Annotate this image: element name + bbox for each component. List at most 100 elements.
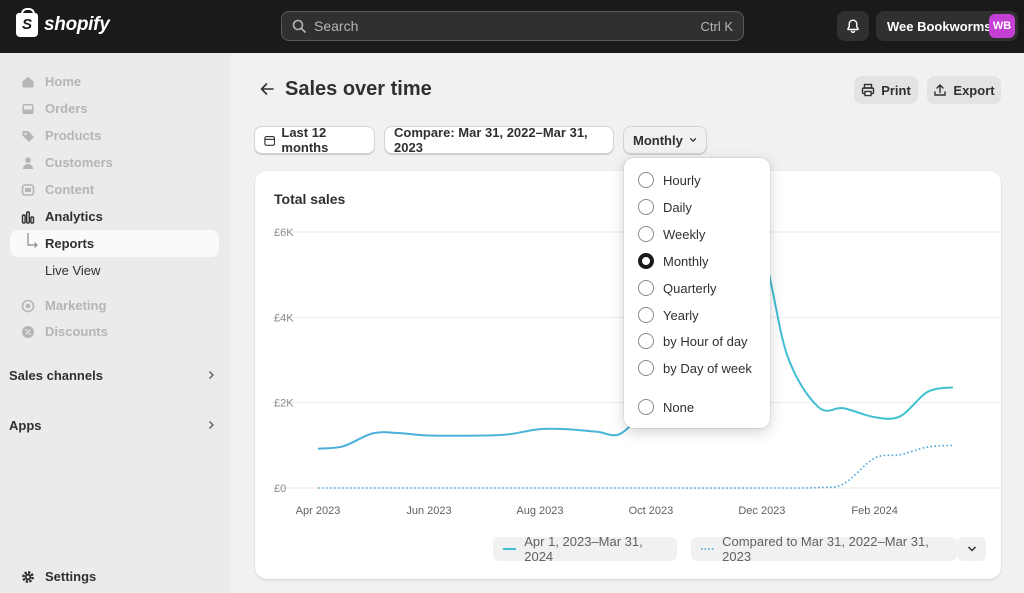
x-tick-label: Feb 2024 [851,505,897,517]
legend-label: Apr 1, 2023–Mar 31, 2024 [524,534,643,564]
radio-icon [638,253,654,269]
home-icon [21,75,35,89]
upload-icon [934,84,947,96]
option-label: Yearly [663,307,699,323]
store-menu-button[interactable]: Wee Bookworms WB [876,11,1018,41]
section-label: Sales channels [9,367,103,383]
search-placeholder: Search [314,18,359,34]
granularity-option-by-hour-of-day[interactable]: by Hour of day [638,330,748,352]
granularity-option-hourly[interactable]: Hourly [638,169,701,191]
sidebar-item-content[interactable]: Content [10,176,219,203]
sidebar-section-apps[interactable]: Apps [9,415,215,435]
sidebar-item-label: Products [45,128,102,143]
sidebar-item-home[interactable]: Home [10,68,219,95]
granularity-option-yearly[interactable]: Yearly [638,304,699,326]
y-tick-label: £6K [274,227,294,239]
sidebar-item-orders[interactable]: Orders [10,95,219,122]
sidebar-item-label: Analytics [45,209,103,224]
gear-icon [21,570,35,584]
sidebar-item-analytics[interactable]: Analytics [10,203,219,230]
y-tick-label: £0 [274,483,286,495]
granularity-label: Monthly [633,132,683,148]
option-label: Hourly [663,172,701,188]
chevron-right-icon [209,421,214,429]
compare-button[interactable]: Compare: Mar 31, 2022–Mar 31, 2023 [384,125,614,155]
export-button[interactable]: Export [927,76,1001,104]
granularity-menu: Hourly Daily Weekly Monthly Quarterly Yearly b… [624,158,770,428]
search-icon [292,19,306,33]
y-tick-label: £4K [274,312,294,324]
granularity-option-daily[interactable]: Daily [638,196,692,218]
granularity-option-by-day-of-week[interactable]: by Day of week [638,357,752,379]
page-title: Sales over time [285,78,432,100]
radio-icon [638,199,654,215]
option-label: by Day of week [663,360,752,376]
bell-icon [847,19,859,34]
granularity-option-weekly[interactable]: Weekly [638,223,705,245]
back-arrow-icon[interactable] [259,80,275,98]
sidebar-item-discounts[interactable]: Discounts [10,318,219,345]
printer-icon [861,83,875,97]
store-name: Wee Bookworms [887,18,992,34]
person-icon [21,156,35,170]
solid-line-swatch [503,548,517,550]
shopify-logo[interactable]: S shopify [16,8,110,37]
search-input[interactable]: Search Ctrl K [281,11,744,41]
chevron-down-icon [689,137,697,143]
legend-label: Compared to Mar 31, 2022–Mar 31, 2023 [722,534,929,564]
radio-icon [638,172,654,188]
sidebar-section-sales-channels[interactable]: Sales channels [9,365,215,385]
radio-icon [638,280,654,296]
sidebar-item-label: Settings [45,569,97,584]
sidebar: Home Orders Products Customers Content A… [0,53,231,593]
sidebar-item-label: Marketing [45,298,107,313]
x-tick-label: Aug 2023 [516,505,563,517]
option-label: Weekly [663,226,706,242]
x-tick-label: Apr 2023 [296,505,341,517]
legend-item-primary[interactable]: Apr 1, 2023–Mar 31, 2024 [493,534,677,564]
granularity-option-monthly[interactable]: Monthly [638,250,709,272]
sidebar-item-reports[interactable]: Reports [10,230,219,257]
radio-icon [638,360,654,376]
option-label: None [663,399,695,415]
avatar: WB [989,14,1015,38]
date-range-button[interactable]: Last 12 months [254,125,375,155]
x-tick-label: Jun 2023 [406,505,451,517]
print-label: Print [881,82,911,98]
sidebar-item-label: Content [45,182,95,197]
chevron-down-icon [967,546,976,552]
inbox-icon [21,102,35,116]
sidebar-item-label: Discounts [45,324,108,339]
shopping-bag-icon: S [16,8,38,37]
radio-icon [638,226,654,242]
y-tick-label: £2K [274,398,294,410]
print-button[interactable]: Print [854,76,918,104]
bar-chart-icon [21,210,35,224]
discount-icon [21,325,35,339]
date-range-label: Last 12 months [281,125,329,155]
x-tick-label: Dec 2023 [738,505,785,517]
sidebar-item-settings[interactable]: Settings [10,563,219,590]
sidebar-item-label: Orders [45,101,88,116]
dotted-line-swatch [701,548,715,550]
granularity-option-none[interactable]: None [638,396,694,418]
subitem-arrow-icon [27,233,38,248]
sidebar-item-marketing[interactable]: Marketing [10,292,219,319]
granularity-option-quarterly[interactable]: Quarterly [638,277,716,299]
notifications-button[interactable] [837,11,869,41]
chevron-right-icon [209,371,214,379]
legend-toggle-button[interactable] [957,537,986,561]
sidebar-item-customers[interactable]: Customers [10,149,219,176]
tag-icon [21,129,35,143]
top-bar: S shopify Search Ctrl K Wee Bookworms WB [0,0,1024,53]
calendar-icon [264,135,276,146]
target-icon [21,299,35,313]
sidebar-item-products[interactable]: Products [10,122,219,149]
sidebar-item-live-view[interactable]: Live View [10,257,219,284]
export-label: Export [953,82,995,98]
sidebar-item-label: Live View [45,263,101,278]
legend-item-comparison[interactable]: Compared to Mar 31, 2022–Mar 31, 2023 [691,534,957,564]
option-label: Quarterly [663,280,717,296]
option-label: Monthly [663,253,709,269]
granularity-select[interactable]: Monthly [623,126,707,154]
